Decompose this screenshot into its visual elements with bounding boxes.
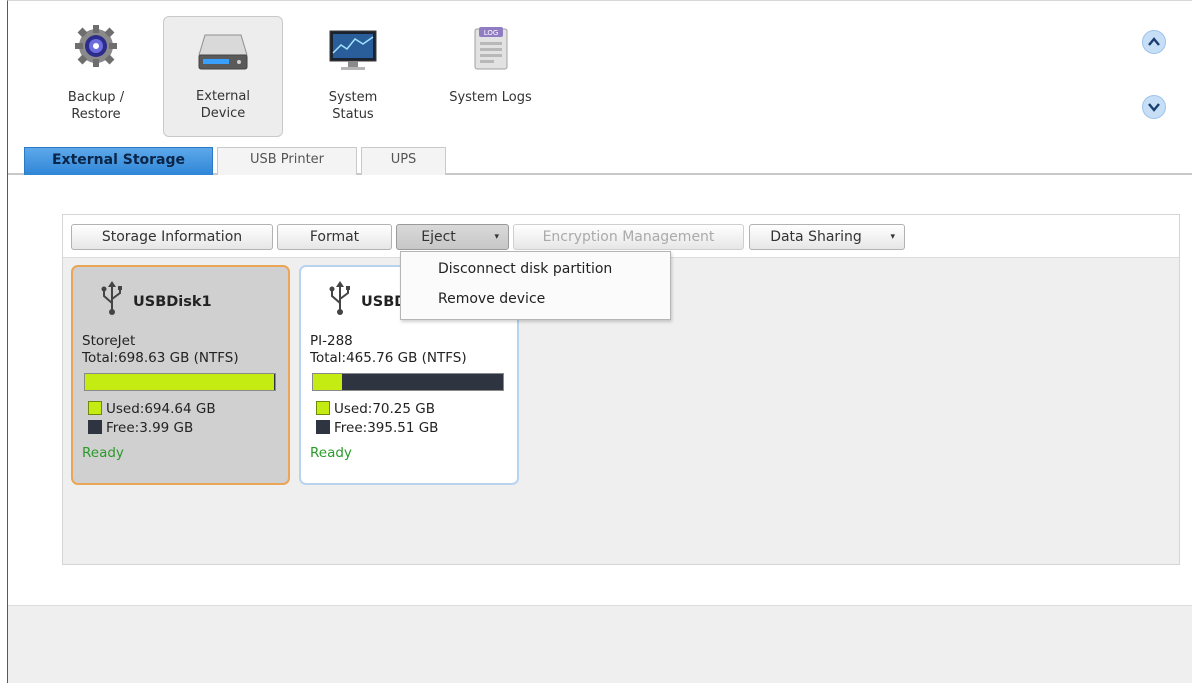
device-total: Total:465.76 GB (NTFS) <box>310 350 467 366</box>
tab-external-storage[interactable]: External Storage <box>24 147 213 175</box>
chevron-down-icon <box>1148 103 1160 112</box>
status-text: Ready <box>310 445 352 461</box>
nav-label-line: Restore <box>71 107 121 122</box>
dropdown-caret-icon: ▾ <box>890 232 895 242</box>
hard-drive-icon <box>197 29 249 78</box>
used-swatch <box>88 401 102 415</box>
log-icon: LOG <box>471 25 511 76</box>
used-legend: Used:694.64 GB <box>88 400 216 418</box>
nav-system-status[interactable]: System Status <box>303 1 403 123</box>
dropdown-caret-icon: ▾ <box>494 232 499 242</box>
nav-label: System Logs <box>433 89 548 106</box>
usage-bar-fill <box>313 374 342 390</box>
svg-text:LOG: LOG <box>483 29 498 37</box>
encryption-management-button: Encryption Management <box>513 224 744 250</box>
gear-icon <box>74 24 118 73</box>
data-sharing-button-label: Data Sharing <box>770 229 862 245</box>
usage-bar <box>84 373 276 391</box>
format-button[interactable]: Format <box>277 224 392 250</box>
menu-item-remove-device[interactable]: Remove device <box>438 291 545 307</box>
monitor-icon <box>328 29 378 78</box>
free-legend: Free:3.99 GB <box>88 419 193 437</box>
storage-information-button[interactable]: Storage Information <box>71 224 273 250</box>
nav-system-logs[interactable]: LOG System Logs <box>433 1 548 123</box>
nav-label-line: Backup / <box>67 90 125 105</box>
device-card-usbdisk1[interactable]: USBDisk1 StoreJet Total:698.63 GB (NTFS)… <box>71 265 290 485</box>
usage-bar <box>312 373 504 391</box>
data-sharing-button[interactable]: Data Sharing ▾ <box>749 224 905 250</box>
device-total: Total:698.63 GB (NTFS) <box>82 350 239 366</box>
usb-icon <box>101 281 122 315</box>
nav-label: External Device <box>164 88 282 122</box>
nav-label-line: External <box>196 89 250 104</box>
menu-item-disconnect-partition[interactable]: Disconnect disk partition <box>438 261 612 277</box>
nav-label-line: Status <box>332 107 374 122</box>
used-swatch <box>316 401 330 415</box>
tab-ups[interactable]: UPS <box>361 147 446 175</box>
usb-icon <box>329 281 350 315</box>
free-value: Free:395.51 GB <box>334 420 439 436</box>
nav-backup-restore[interactable]: Backup / Restore <box>48 1 144 123</box>
nav-label-line: System Logs <box>449 90 532 105</box>
eject-button-label: Eject <box>421 229 456 245</box>
eject-button[interactable]: Eject ▾ <box>396 224 509 250</box>
footer-bar <box>8 605 1192 683</box>
scroll-up-button[interactable] <box>1142 30 1166 54</box>
free-legend: Free:395.51 GB <box>316 419 438 437</box>
used-value: Used:70.25 GB <box>334 401 435 417</box>
device-name: USBDisk1 <box>133 294 212 310</box>
used-value: Used:694.64 GB <box>106 401 216 417</box>
scroll-down-button[interactable] <box>1142 95 1166 119</box>
used-legend: Used:70.25 GB <box>316 400 435 418</box>
nav-label: System Status <box>303 89 403 123</box>
free-swatch <box>316 420 330 434</box>
device-model: StoreJet <box>82 333 136 349</box>
free-swatch <box>88 420 102 434</box>
free-value: Free:3.99 GB <box>106 420 194 436</box>
status-text: Ready <box>82 445 124 461</box>
eject-dropdown-menu: Disconnect disk partition Remove device <box>400 251 671 320</box>
tab-usb-printer[interactable]: USB Printer <box>217 147 357 175</box>
device-model: PI-288 <box>310 333 353 349</box>
chevron-up-icon <box>1148 37 1160 46</box>
nav-label-line: System <box>328 90 378 105</box>
app-window: Backup / Restore External Device System … <box>7 0 1192 683</box>
nav-label-line: Device <box>200 106 246 121</box>
nav-external-device[interactable]: External Device <box>163 16 283 137</box>
usage-bar-fill <box>85 374 274 390</box>
nav-label: Backup / Restore <box>48 89 144 123</box>
